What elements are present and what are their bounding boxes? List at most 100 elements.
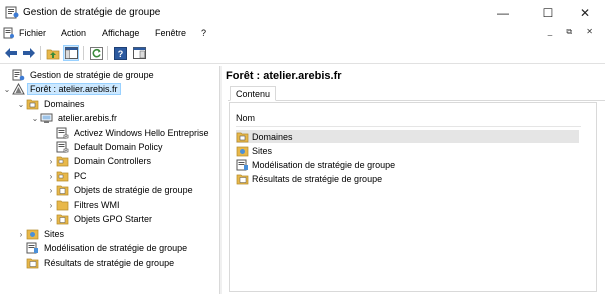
starter-gpo-folder-icon bbox=[56, 214, 69, 225]
tree-item-gpo-link[interactable]: Default Domain Policy bbox=[46, 140, 165, 154]
collapsed-chevron-icon[interactable]: › bbox=[46, 186, 56, 195]
window-title: Gestion de stratégie de groupe bbox=[23, 7, 161, 18]
gpo-folder-icon bbox=[56, 185, 69, 196]
forward-arrow-icon bbox=[23, 48, 35, 58]
list-item-label: Résultats de stratégie de groupe bbox=[252, 173, 383, 184]
close-icon: ✕ bbox=[579, 5, 591, 20]
menu-affichage[interactable]: Affichage bbox=[102, 28, 139, 38]
tree-item-label: Modélisation de stratégie de groupe bbox=[44, 243, 188, 253]
forest-icon bbox=[12, 83, 25, 95]
svg-text:?: ? bbox=[117, 49, 123, 59]
sites-icon bbox=[26, 229, 39, 240]
tree-item-sites[interactable]: › Sites bbox=[16, 227, 66, 241]
contents-list: Nom Domaines Sites Modélisation de strat… bbox=[229, 102, 597, 292]
domains-folder-icon bbox=[26, 99, 39, 110]
tree-item-starter-gpos[interactable]: › Objets GPO Starter bbox=[46, 212, 154, 226]
menu-action[interactable]: Action bbox=[61, 28, 86, 38]
mdi-system-menu-icon[interactable] bbox=[3, 27, 15, 39]
minimize-icon: — bbox=[497, 5, 509, 20]
tree-item-wmi-filters[interactable]: › Filtres WMI bbox=[46, 198, 122, 212]
column-header-nom[interactable]: Nom bbox=[236, 113, 255, 123]
list-item-label: Modélisation de stratégie de groupe bbox=[252, 159, 396, 170]
tree-item-results[interactable]: Résultats de stratégie de groupe bbox=[16, 256, 176, 270]
toolbar-separator bbox=[83, 46, 84, 60]
help-icon: ? bbox=[113, 46, 127, 60]
expanded-chevron-icon[interactable]: ⌄ bbox=[30, 114, 40, 123]
collapsed-chevron-icon[interactable]: › bbox=[46, 157, 56, 166]
title-bar: Gestion de stratégie de groupe — ☐ ✕ bbox=[0, 0, 605, 25]
tree-item-label: atelier.arebis.fr bbox=[58, 113, 118, 123]
properties-button[interactable] bbox=[131, 45, 147, 61]
minimize-button[interactable]: — bbox=[483, 0, 523, 25]
results-icon bbox=[26, 258, 39, 269]
tree-item-label: Activez Windows Hello Entreprise bbox=[74, 128, 209, 138]
expanded-chevron-icon[interactable]: ⌄ bbox=[16, 100, 26, 109]
toolbar-separator bbox=[40, 46, 41, 60]
close-button[interactable]: ✕ bbox=[565, 0, 605, 25]
list-item-modeling[interactable]: Modélisation de stratégie de groupe bbox=[236, 158, 579, 171]
collapsed-chevron-icon[interactable]: › bbox=[16, 230, 26, 239]
tree-item-gpo-container[interactable]: › Objets de stratégie de groupe bbox=[46, 183, 195, 197]
tab-strip: Contenu bbox=[228, 86, 605, 101]
tree-item-label: Résultats de stratégie de groupe bbox=[44, 258, 175, 268]
tab-contenu[interactable]: Contenu bbox=[230, 86, 277, 101]
refresh-button[interactable] bbox=[88, 45, 104, 61]
toolbar: ? bbox=[0, 42, 605, 64]
up-level-button[interactable] bbox=[45, 45, 61, 61]
domains-folder-icon bbox=[236, 132, 249, 142]
mdi-child-controls[interactable]: _ ⧉ ✕ bbox=[548, 27, 599, 37]
tree-item-ou[interactable]: › Domain Controllers bbox=[46, 154, 153, 168]
expanded-chevron-icon[interactable]: ⌄ bbox=[2, 85, 12, 94]
tree-item-label: PC bbox=[74, 171, 87, 181]
list-item-results[interactable]: Résultats de stratégie de groupe bbox=[236, 172, 579, 185]
gpmc-app-icon bbox=[5, 6, 19, 19]
wmi-folder-icon bbox=[56, 200, 69, 211]
gpmc-icon bbox=[12, 69, 25, 81]
ou-folder-icon bbox=[56, 156, 69, 167]
domain-icon bbox=[40, 113, 53, 123]
tree-item-ou[interactable]: › PC bbox=[46, 169, 89, 183]
toolbar-separator bbox=[107, 46, 108, 60]
tree-item-forest[interactable]: ⌄ Forêt : atelier.arebis.fr bbox=[2, 82, 121, 96]
maximize-icon: ☐ bbox=[542, 5, 554, 20]
tree-item-label: Filtres WMI bbox=[74, 200, 120, 210]
details-title: Forêt : atelier.arebis.fr bbox=[226, 70, 342, 82]
console-tree: Gestion de stratégie de groupe ⌄ Forêt :… bbox=[0, 66, 219, 294]
results-icon bbox=[236, 174, 249, 184]
tree-item-label: Objets de stratégie de groupe bbox=[74, 185, 193, 195]
tree-item-label: Sites bbox=[44, 229, 65, 239]
tree-item-label: Domaines bbox=[44, 99, 85, 109]
collapsed-chevron-icon[interactable]: › bbox=[46, 215, 56, 224]
maximize-button[interactable]: ☐ bbox=[528, 0, 568, 25]
menu-help[interactable]: ? bbox=[201, 28, 206, 38]
menu-bar: Fichier Action Affichage Fenêtre ? _ ⧉ ✕ bbox=[0, 25, 605, 42]
up-folder-icon bbox=[46, 49, 60, 59]
sites-icon bbox=[236, 146, 249, 156]
gpo-link-icon bbox=[56, 141, 69, 153]
properties-icon bbox=[132, 47, 146, 59]
tree-item-gpo-link[interactable]: Activez Windows Hello Entreprise bbox=[46, 126, 211, 140]
tree-item-domain[interactable]: ⌄ atelier.arebis.fr bbox=[30, 111, 119, 125]
show-hide-console-tree-icon bbox=[64, 47, 78, 59]
details-pane: Forêt : atelier.arebis.fr Contenu Nom Do… bbox=[222, 66, 605, 294]
collapsed-chevron-icon[interactable]: › bbox=[46, 201, 56, 210]
show-hide-console-tree-button[interactable] bbox=[63, 45, 79, 61]
help-button[interactable]: ? bbox=[112, 45, 128, 61]
list-item-domaines[interactable]: Domaines bbox=[236, 130, 579, 143]
modeling-icon bbox=[236, 159, 248, 170]
column-header-divider bbox=[236, 126, 581, 127]
menu-fenetre[interactable]: Fenêtre bbox=[155, 28, 186, 38]
list-item-label: Domaines bbox=[252, 131, 293, 142]
back-button[interactable] bbox=[3, 45, 19, 61]
back-arrow-icon bbox=[5, 48, 17, 58]
tree-item-modeling[interactable]: Modélisation de stratégie de groupe bbox=[16, 241, 189, 255]
collapsed-chevron-icon[interactable]: › bbox=[46, 172, 56, 181]
list-item-sites[interactable]: Sites bbox=[236, 144, 579, 157]
modeling-icon bbox=[26, 242, 38, 254]
tree-item-domaines[interactable]: ⌄ Domaines bbox=[16, 97, 87, 111]
list-item-label: Sites bbox=[252, 145, 273, 156]
tree-item-label: Domain Controllers bbox=[74, 156, 152, 166]
forward-button[interactable] bbox=[21, 45, 37, 61]
tree-item-root[interactable]: Gestion de stratégie de groupe bbox=[2, 68, 156, 82]
menu-fichier[interactable]: Fichier bbox=[19, 28, 46, 38]
